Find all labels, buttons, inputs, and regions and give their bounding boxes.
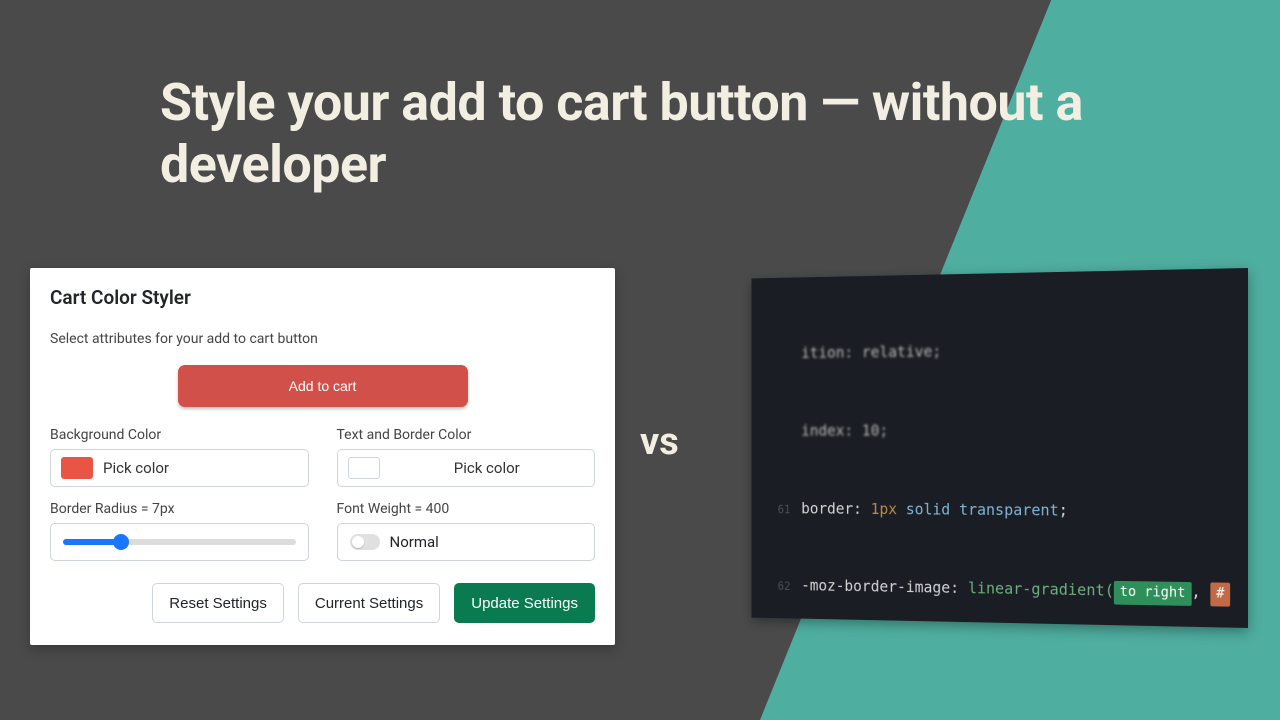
bg-color-swatch — [61, 457, 93, 479]
weight-toggle[interactable]: Normal — [337, 523, 596, 561]
weight-value: Normal — [390, 533, 439, 551]
toggle-track — [350, 534, 380, 550]
panel-title: Cart Color Styler — [50, 286, 595, 309]
vs-label: vs — [640, 420, 679, 464]
panel-subtitle: Select attributes for your add to cart b… — [50, 331, 595, 347]
text-color-picker[interactable]: Pick color — [337, 449, 596, 487]
current-button[interactable]: Current Settings — [298, 583, 440, 623]
toggle-knob — [352, 536, 364, 548]
weight-label: Font Weight = 400 — [337, 501, 596, 517]
text-color-swatch — [348, 457, 380, 479]
bg-color-picker[interactable]: Pick color — [50, 449, 309, 487]
slider-thumb[interactable] — [113, 534, 129, 550]
radius-label: Border Radius = 7px — [50, 501, 309, 517]
update-button[interactable]: Update Settings — [454, 583, 595, 623]
code-editor-image: ition: relative; index: 10; 61border: 1p… — [751, 268, 1248, 628]
headline: Style your add to cart button — without … — [160, 72, 1280, 197]
reset-button[interactable]: Reset Settings — [152, 583, 284, 623]
text-color-text: Pick color — [390, 459, 585, 477]
radius-slider[interactable] — [50, 523, 309, 561]
add-to-cart-preview-button[interactable]: Add to cart — [178, 365, 468, 407]
text-color-label: Text and Border Color — [337, 427, 596, 443]
bg-color-label: Background Color — [50, 427, 309, 443]
styler-panel: Cart Color Styler Select attributes for … — [30, 268, 615, 645]
bg-color-text: Pick color — [103, 459, 298, 477]
